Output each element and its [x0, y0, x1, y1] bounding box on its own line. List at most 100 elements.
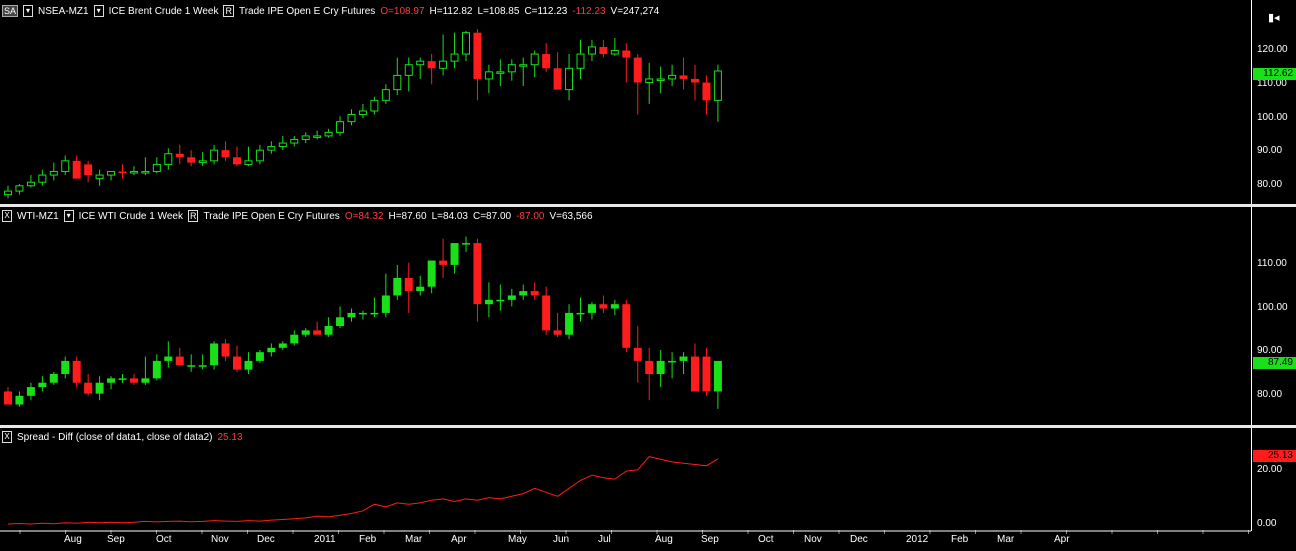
candle-body — [427, 260, 436, 287]
candle-body — [164, 153, 173, 165]
candle-body — [462, 243, 470, 245]
x-axis-label: Jul — [598, 534, 611, 545]
candle-body — [118, 171, 127, 174]
panel1-open: O=108.97 — [380, 5, 425, 17]
candle-body — [484, 299, 493, 305]
candle-body — [519, 64, 528, 67]
candle-body — [656, 78, 665, 81]
candle-body — [278, 142, 287, 148]
candle-body — [38, 382, 47, 388]
candle-body — [61, 360, 70, 374]
price-axis-line-1 — [1251, 0, 1252, 204]
candle-body — [370, 312, 379, 315]
panel1-symbol: NSEA-MZ1 — [38, 5, 89, 17]
spread-line — [7, 456, 719, 525]
candle-body — [290, 334, 299, 344]
candle-body — [244, 360, 253, 370]
candle-body — [26, 181, 35, 187]
x-axis-label: Aug — [64, 534, 82, 545]
candle-body — [416, 60, 425, 66]
x-axis-label: Oct — [156, 534, 172, 545]
panel3-value: 25.13 — [217, 431, 243, 443]
panel1-change: -112.23 — [572, 5, 606, 17]
panel1-realtime-button[interactable]: R — [223, 5, 234, 17]
axis2-tick: 90.00 — [1257, 345, 1283, 356]
panel2-volume: V=63,566 — [549, 210, 593, 222]
candle-body — [358, 312, 367, 315]
candle-body — [507, 295, 516, 300]
panel2-symbol: WTI-MZ1 — [17, 210, 59, 222]
candle-body — [393, 278, 402, 296]
candle-body — [255, 149, 264, 162]
candle-body — [347, 114, 356, 123]
axis2-tick: 100.00 — [1257, 302, 1288, 313]
candle-body — [427, 61, 436, 69]
candle-body — [118, 378, 127, 380]
candle-body — [221, 343, 230, 357]
x-axis-label: Feb — [359, 534, 377, 545]
x-axis-label: Dec — [257, 534, 275, 545]
axis1-tick: 80.00 — [1257, 179, 1283, 190]
candle-body — [679, 356, 688, 361]
panel-separator-1[interactable] — [0, 204, 1296, 207]
candle-body — [107, 378, 116, 383]
candle-body — [496, 299, 505, 302]
candle-body — [141, 378, 150, 383]
candle-body — [439, 60, 448, 69]
expand-panel-icon[interactable]: ▮◂ — [1268, 11, 1280, 24]
candle-body — [530, 53, 539, 66]
panel1-close: C=112.23 — [524, 5, 568, 17]
candle-body — [95, 174, 104, 180]
panel3-header: X Spread - Diff (close of data1, close o… — [2, 429, 243, 445]
candle-body — [313, 330, 322, 335]
panel2-realtime-button[interactable]: R — [187, 210, 199, 222]
candle-body — [691, 356, 699, 392]
candle-body — [668, 74, 677, 80]
panel2-close: C=87.00 — [473, 210, 512, 222]
candle-body — [519, 291, 528, 296]
panel1-high: H=112.82 — [429, 5, 473, 17]
panel1-volume: V=247,274 — [610, 5, 660, 17]
panel2-interval-icon[interactable]: ▾ — [63, 210, 74, 222]
panel1-symbol-button[interactable]: SA — [2, 5, 19, 17]
x-axis-label: Sep — [701, 534, 719, 545]
candle-body — [587, 46, 596, 55]
candle-body — [301, 135, 310, 140]
candle-body — [484, 71, 493, 80]
candle-body — [622, 50, 631, 58]
panel1-interval-icon[interactable]: ▾ — [93, 5, 104, 17]
candle-body — [473, 243, 482, 305]
x-axis-label: Dec — [850, 534, 868, 545]
candle-body — [336, 121, 345, 133]
panel-separator-2[interactable] — [0, 425, 1296, 428]
candle-body — [610, 49, 619, 55]
candle-body — [633, 347, 642, 361]
candle-body — [210, 149, 219, 162]
candle-body — [702, 82, 711, 101]
panel3-close-icon[interactable]: X — [2, 431, 12, 443]
panel2-open: O=84.32 — [344, 210, 384, 222]
axis2-tick: 80.00 — [1257, 389, 1283, 400]
candle-body — [610, 304, 619, 309]
panel2-close-icon[interactable]: X — [2, 210, 12, 222]
x-axis-label: Jun — [553, 534, 570, 545]
candle-body — [233, 157, 241, 165]
candle-body — [668, 360, 677, 363]
axis3-tick: 20.00 — [1257, 464, 1283, 475]
candle-body — [473, 32, 482, 79]
axis1-tick: 90.00 — [1257, 145, 1283, 156]
panel2-low: L=84.03 — [431, 210, 468, 222]
panel1-header: SA ▾ NSEA-MZ1 ▾ ICE Brent Crude 1 Week R… — [2, 3, 659, 19]
candle-body — [313, 135, 322, 138]
candle-body — [416, 286, 425, 292]
candle-body — [324, 131, 333, 137]
candle-body — [61, 160, 70, 173]
x-axis-label: Apr — [1054, 534, 1070, 545]
candle-body — [267, 347, 276, 353]
candle-body — [370, 99, 379, 112]
candle-body — [587, 304, 596, 313]
price-axis-line-2 — [1251, 207, 1252, 425]
candle-body — [656, 360, 665, 374]
panel1-dropdown-icon[interactable]: ▾ — [23, 5, 34, 17]
candle-body — [152, 360, 161, 379]
